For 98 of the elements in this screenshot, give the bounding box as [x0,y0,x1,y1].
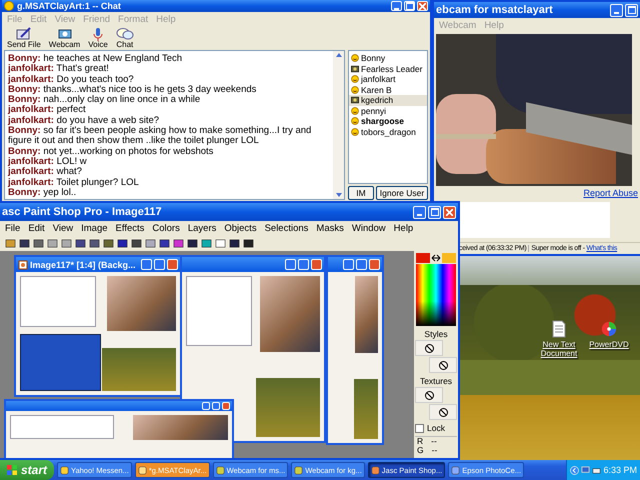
channel-label: R [417,437,424,446]
action-button[interactable]: IM [348,186,374,200]
toolbar-button[interactable]: Send File [5,27,43,49]
minimize-button[interactable] [141,259,152,270]
smiley-icon [351,75,359,84]
chat-message: Bonny: he teaches at New England Tech [8,54,184,64]
texture-button[interactable] [429,404,457,420]
chat-message: janfolkart: what? [8,167,83,178]
user-list-item[interactable]: Fearless Leader [349,64,427,74]
report-abuse-link[interactable]: Report Abuse [583,188,638,200]
maximize-button[interactable] [625,4,638,16]
image-icon [18,260,28,270]
channel-label: G [417,446,424,455]
menu-item[interactable]: Effects [116,222,144,234]
chat-message: Bonny: not yet...working on photos for webshots [8,146,214,157]
user-list-item[interactable]: Karen B [349,84,427,95]
chat-message: janfolkart: Toilet plunger? LOL [8,178,140,188]
chat-message: Bonny: yep lol.. [8,188,78,198]
background-swatch[interactable] [442,253,456,263]
window-title: Image117* [1:4] (Backg... [30,260,137,270]
menu-item[interactable]: Image [81,222,108,234]
program-icon [138,466,147,474]
expand-tray-icon[interactable] [570,466,580,474]
minimize-button[interactable] [610,4,623,16]
webcam-icon [56,27,74,41]
program-icon [216,466,225,474]
window-title: asc Paint Shop Pro - Image117 [2,206,163,218]
swap-arrows-icon[interactable] [431,254,441,262]
user-list-item[interactable]: pennyi [349,106,427,116]
program-icon [370,466,380,474]
minimize-button[interactable] [391,1,402,11]
program-icon [60,466,69,474]
smiley-icon [351,54,359,62]
menu-item[interactable]: Edit [28,222,45,234]
chat-message: janfolkart: That's great! [8,64,110,75]
action-button[interactable]: Ignore User [376,186,428,200]
window-title: g.MSATClayArt:1 -- Chat [17,1,122,11]
desktop-shortcut[interactable]: PowerDVD [584,320,634,349]
menu-item[interactable]: Colors [152,222,180,234]
webcam-icon [351,64,359,73]
speech-bubbles-icon [116,27,134,41]
foreground-swatch[interactable] [416,253,430,263]
toolbar-button[interactable]: Chat [114,27,136,49]
channel-value: -- [432,446,438,455]
maximize-button[interactable] [404,1,415,11]
chat-message: Bonny: nah...only clay on line once in a while [8,95,202,106]
channel-value: -- [431,437,437,446]
document-icon [551,320,567,338]
style-button[interactable] [429,357,457,373]
close-button[interactable] [417,1,428,11]
menu-item[interactable]: Objects [224,222,257,234]
toolbar-button[interactable]: Webcam [46,27,82,49]
smiley-icon [351,86,359,94]
menu-item[interactable]: Layers [188,222,216,234]
desktop-shortcut[interactable]: New Text Document [534,320,584,358]
webcam-icon [351,96,359,104]
program-icon [451,466,460,474]
disc-icon [601,320,617,338]
pencil-paper-icon [14,27,33,41]
user-list-item[interactable]: shargoose [349,116,427,126]
chat-message: Bonny: thanks...what's nice too is he gets 3 day weekends [8,84,258,95]
user-list-item[interactable]: janfolkart [349,74,427,84]
chat-message: janfolkart: LOL! w [8,156,87,167]
menu-item[interactable]: View [52,222,74,234]
color-spectrum[interactable] [416,264,456,326]
style-button[interactable] [415,340,443,356]
close-button[interactable] [167,259,178,270]
message-field[interactable] [458,202,610,238]
user-list-item[interactable]: kgedrich [349,95,427,106]
program-icon [294,466,304,474]
lock-checkbox[interactable]: Lock [415,423,445,433]
chat-message: janfolkart: perfect [8,105,87,116]
menu-item[interactable]: Selections [264,222,308,234]
toolbar-button[interactable]: Voice [86,27,110,49]
maximize-button[interactable] [428,206,441,218]
maximize-button[interactable] [154,259,165,270]
minimize-button[interactable] [413,206,426,218]
smiley-icon [351,128,359,136]
texture-button[interactable] [415,387,443,403]
chat-message: janfolkart: Do you teach too? [8,74,135,85]
chat-message: janfolkart: do you have a web site? [8,116,160,126]
user-list-item[interactable]: Bonny [349,53,427,64]
smiley-icon [351,117,359,126]
windows-flag-icon [6,464,18,476]
menu-item[interactable]: Help [394,222,414,234]
section-label: Textures [420,376,452,386]
clock: 6:33 PM [603,465,637,475]
user-list-item[interactable]: tobors_dragon [349,126,427,137]
section-label: Styles [424,329,448,339]
menu-item[interactable]: Masks [316,222,344,234]
smiley-icon [351,106,359,115]
smiley-icon [4,1,14,11]
scrollbar[interactable] [333,51,344,199]
menu-item[interactable]: Window [352,222,386,234]
network-icon[interactable] [592,466,602,474]
window-title: ebcam for msatclayart [436,4,554,16]
menu-item[interactable]: File [5,222,20,234]
close-button[interactable] [443,206,456,218]
